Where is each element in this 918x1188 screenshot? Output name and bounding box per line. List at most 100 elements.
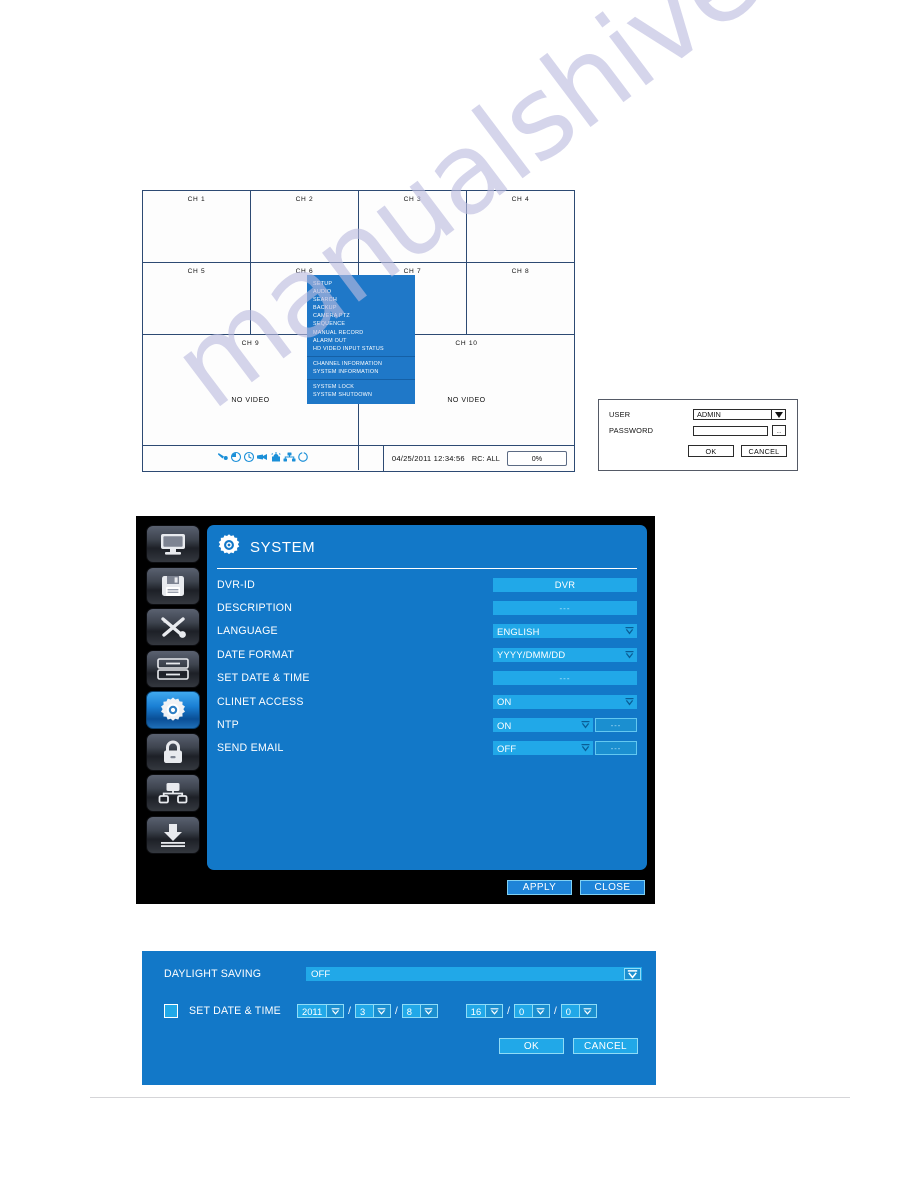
- hour-spinner[interactable]: 16: [465, 1004, 504, 1018]
- dst-ok-button[interactable]: OK: [499, 1038, 564, 1054]
- daylight-saving-row: DAYLIGHT SAVING OFF: [164, 967, 642, 981]
- setting-control[interactable]: OFF ---: [493, 741, 637, 756]
- time-spinner-group: 16 / 0 / 0: [465, 1004, 597, 1018]
- network-icon[interactable]: [283, 450, 296, 468]
- chevron-down-icon[interactable]: [771, 410, 785, 419]
- user-select[interactable]: ADMIN: [693, 409, 786, 420]
- channel-cell-ch8[interactable]: CH 8: [467, 263, 574, 334]
- menu-item-hd-video-input-status[interactable]: HD VIDEO INPUT STATUS: [307, 345, 415, 353]
- day-value: 8: [406, 1005, 412, 1017]
- sidebar-item-network[interactable]: [146, 774, 200, 812]
- chevron-down-icon[interactable]: [578, 1005, 596, 1017]
- menu-item-audio[interactable]: AUDIO: [307, 288, 415, 296]
- daylight-saving-select[interactable]: OFF: [306, 967, 642, 981]
- chevron-down-icon[interactable]: [625, 650, 634, 659]
- menu-item-system-information[interactable]: SYSTEM INFORMATION: [307, 368, 415, 376]
- setting-row-set-date-time: SET DATE & TIME ---: [217, 667, 637, 690]
- channel-label: CH 4: [511, 196, 530, 203]
- sequence-icon[interactable]: [297, 450, 309, 468]
- chevron-down-icon[interactable]: [625, 627, 634, 635]
- backup-download-icon: [158, 822, 188, 848]
- chevron-down-icon[interactable]: [372, 1005, 390, 1017]
- channel-cell-ch2[interactable]: CH 2: [251, 191, 359, 262]
- setting-control[interactable]: ON ---: [493, 718, 637, 733]
- ptz-icon[interactable]: [217, 450, 229, 468]
- year-value: 2011: [302, 1005, 323, 1017]
- setting-control[interactable]: ---: [493, 601, 637, 616]
- login-ok-button[interactable]: OK: [688, 445, 734, 457]
- client-access-select[interactable]: ON: [493, 694, 637, 709]
- ntp-config-button[interactable]: ---: [595, 718, 637, 733]
- date-separator: /: [348, 1005, 351, 1017]
- day-spinner[interactable]: 8: [401, 1004, 438, 1018]
- sidebar-item-display[interactable]: [146, 525, 200, 563]
- daylight-saving-dialog: DAYLIGHT SAVING OFF SET DATE & TIME 2011…: [142, 951, 656, 1085]
- clock-half-icon[interactable]: [230, 450, 242, 468]
- chevron-down-icon[interactable]: [485, 1005, 503, 1017]
- lock-icon: [161, 739, 185, 765]
- menu-item-system-shutdown[interactable]: SYSTEM SHUTDOWN: [307, 391, 415, 399]
- ntp-select[interactable]: ON: [493, 718, 593, 733]
- send-email-config-button[interactable]: ---: [595, 741, 637, 756]
- close-button[interactable]: CLOSE: [580, 879, 645, 895]
- clock-icon[interactable]: [243, 450, 255, 468]
- setting-control[interactable]: ENGLISH: [493, 624, 637, 639]
- setting-control[interactable]: ON: [493, 694, 637, 709]
- setting-row-ntp: NTP ON ---: [217, 713, 637, 736]
- chevron-down-icon[interactable]: [326, 1005, 344, 1017]
- channel-cell-ch3[interactable]: CH 3: [359, 191, 467, 262]
- channel-label: CH 2: [295, 196, 314, 203]
- status-datetime: 04/25/2011 12:34:56: [391, 454, 465, 463]
- description-field[interactable]: ---: [493, 601, 637, 616]
- sidebar-item-storage[interactable]: [146, 649, 200, 688]
- set-date-time-checkbox[interactable]: [164, 1004, 178, 1018]
- setting-label: NTP: [217, 719, 239, 732]
- chevron-down-icon[interactable]: [624, 968, 641, 980]
- dvr-id-field[interactable]: DVR: [493, 577, 637, 592]
- menu-item-manual-record[interactable]: MANUAL RECORD: [307, 329, 415, 337]
- set-date-time-button[interactable]: ---: [493, 671, 637, 686]
- system-settings-panel: SYSTEM DVR-ID DVR DESCRIPTION --- LANGUA…: [207, 525, 647, 870]
- language-select[interactable]: ENGLISH: [493, 624, 637, 639]
- year-spinner[interactable]: 2011: [297, 1004, 345, 1018]
- menu-item-backup[interactable]: BACKUP: [307, 304, 415, 312]
- menu-item-sequence[interactable]: SEQUENCE: [307, 320, 415, 328]
- sidebar-item-backup[interactable]: [146, 815, 200, 854]
- chevron-down-icon[interactable]: [419, 1005, 437, 1017]
- channel-cell-ch5[interactable]: CH 5: [143, 263, 251, 334]
- menu-item-camera-ptz[interactable]: CAMERA PTZ: [307, 312, 415, 320]
- send-email-select[interactable]: OFF: [493, 741, 593, 756]
- setting-row-language: LANGUAGE ENGLISH: [217, 620, 637, 643]
- date-format-select[interactable]: YYYY/DMM/DD: [493, 647, 637, 662]
- channel-cell-ch1[interactable]: CH 1: [143, 191, 251, 262]
- month-spinner[interactable]: 3: [354, 1004, 391, 1018]
- minute-spinner[interactable]: 0: [513, 1004, 550, 1018]
- second-spinner[interactable]: 0: [560, 1004, 597, 1018]
- chevron-down-icon[interactable]: [581, 721, 590, 729]
- login-cancel-button[interactable]: CANCEL: [741, 445, 787, 457]
- channel-cell-ch4[interactable]: CH 4: [467, 191, 574, 262]
- password-keypad-button[interactable]: ...: [772, 425, 786, 436]
- menu-item-system-lock[interactable]: SYSTEM LOCK: [307, 383, 415, 391]
- sidebar-item-record[interactable]: [146, 566, 200, 605]
- menu-item-channel-information[interactable]: CHANNEL INFORMATION: [307, 360, 415, 368]
- chevron-down-icon[interactable]: [581, 744, 590, 752]
- password-input[interactable]: [693, 425, 768, 436]
- setting-control[interactable]: YYYY/DMM/DD: [493, 647, 637, 662]
- setting-control[interactable]: DVR: [493, 577, 637, 592]
- menu-item-alarm-out[interactable]: ALARM OUT: [307, 337, 415, 345]
- chevron-down-icon[interactable]: [531, 1005, 549, 1017]
- set-date-time-row: SET DATE & TIME 2011 / 3 / 8 16 / 0 / 0: [164, 1004, 642, 1018]
- chevron-down-icon[interactable]: [625, 697, 634, 706]
- camera-record-icon[interactable]: [256, 450, 269, 468]
- setting-control[interactable]: ---: [493, 671, 637, 686]
- sidebar-item-tools[interactable]: [146, 608, 200, 646]
- apply-button[interactable]: APPLY: [507, 879, 572, 895]
- menu-item-search[interactable]: SEARCH: [307, 296, 415, 304]
- menu-item-setup[interactable]: SETUP: [307, 280, 415, 288]
- dst-cancel-button[interactable]: CANCEL: [573, 1038, 638, 1054]
- sidebar-item-security[interactable]: [146, 732, 200, 771]
- alarm-icon[interactable]: [270, 450, 282, 468]
- sidebar-item-system[interactable]: [146, 691, 200, 729]
- hour-value: 16: [470, 1005, 482, 1017]
